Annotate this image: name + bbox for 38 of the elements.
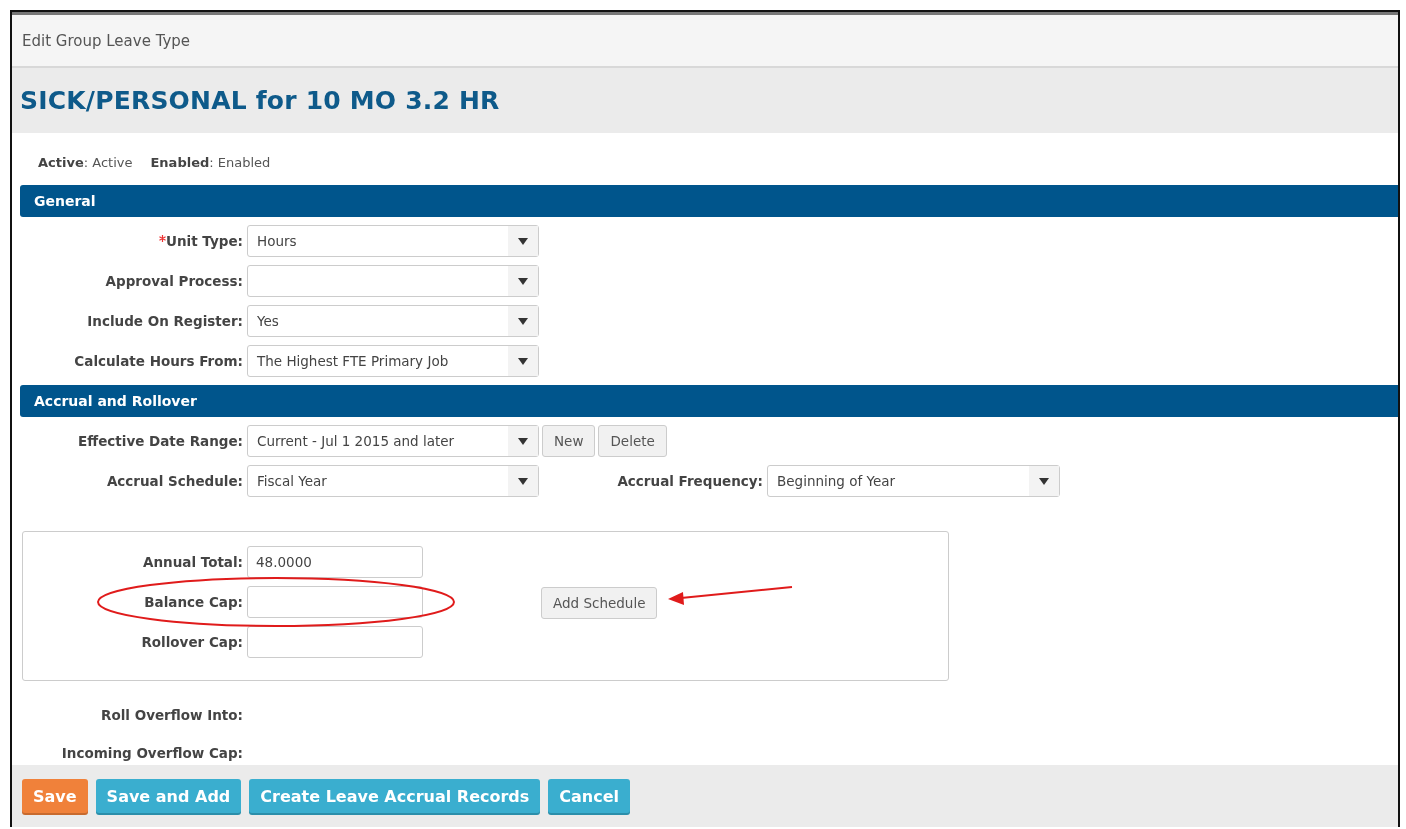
action-button[interactable]: Delete [598, 425, 667, 457]
field-label: Roll Overflow Into: [101, 707, 243, 723]
field-label: Include On Register: [87, 313, 243, 329]
field-label: Balance Cap: [144, 594, 243, 610]
field-label: Unit Type: [166, 233, 243, 249]
dropdown-arrow-icon [518, 477, 528, 485]
status-text: Enabled: Enabled [150, 155, 271, 170]
dropdown-arrow-icon [518, 437, 528, 445]
field-label: Effective Date Range: [78, 433, 243, 449]
field-label: Rollover Cap: [141, 634, 243, 650]
add-schedule-button[interactable]: Add Schedule [541, 587, 658, 619]
section-header: Accrual and Rollover [20, 385, 1398, 417]
dropdown[interactable]: Yes [247, 305, 539, 337]
dropdown[interactable]: Beginning of Year [767, 465, 1060, 497]
dropdown-arrow-icon [518, 317, 528, 325]
dropdown[interactable]: Hours [247, 225, 539, 257]
dropdown[interactable] [247, 265, 539, 297]
text-field[interactable] [247, 586, 423, 618]
field-label: Annual Total: [143, 554, 243, 570]
section-header: General [20, 185, 1398, 217]
dropdown-arrow-icon [1039, 477, 1049, 485]
field-label: Accrual Schedule: [106, 473, 243, 489]
field-label: Incoming Overflow Cap: [61, 745, 243, 761]
field-label: Calculate Hours From: [74, 353, 243, 369]
field-label: Approval Process: [105, 273, 243, 289]
dialog-title: Edit Group Leave Type [12, 12, 1398, 68]
status-text: Active: Active [38, 155, 133, 170]
field-label: Accrual Frequency: [617, 473, 763, 489]
dropdown-arrow-icon [518, 277, 528, 285]
dropdown[interactable]: Fiscal Year [247, 465, 539, 497]
dropdown-arrow-icon [518, 237, 528, 245]
dropdown[interactable]: Current - Jul 1 2015 and later [247, 425, 539, 457]
text-field[interactable]: 48.0000 [247, 546, 423, 578]
text-field[interactable] [247, 626, 423, 658]
dropdown[interactable]: The Highest FTE Primary Job [247, 345, 539, 377]
action-button[interactable]: New [542, 425, 596, 457]
page-heading: SICK/PERSONAL for 10 MO 3.2 HR [20, 86, 500, 115]
dropdown-arrow-icon [518, 357, 528, 365]
